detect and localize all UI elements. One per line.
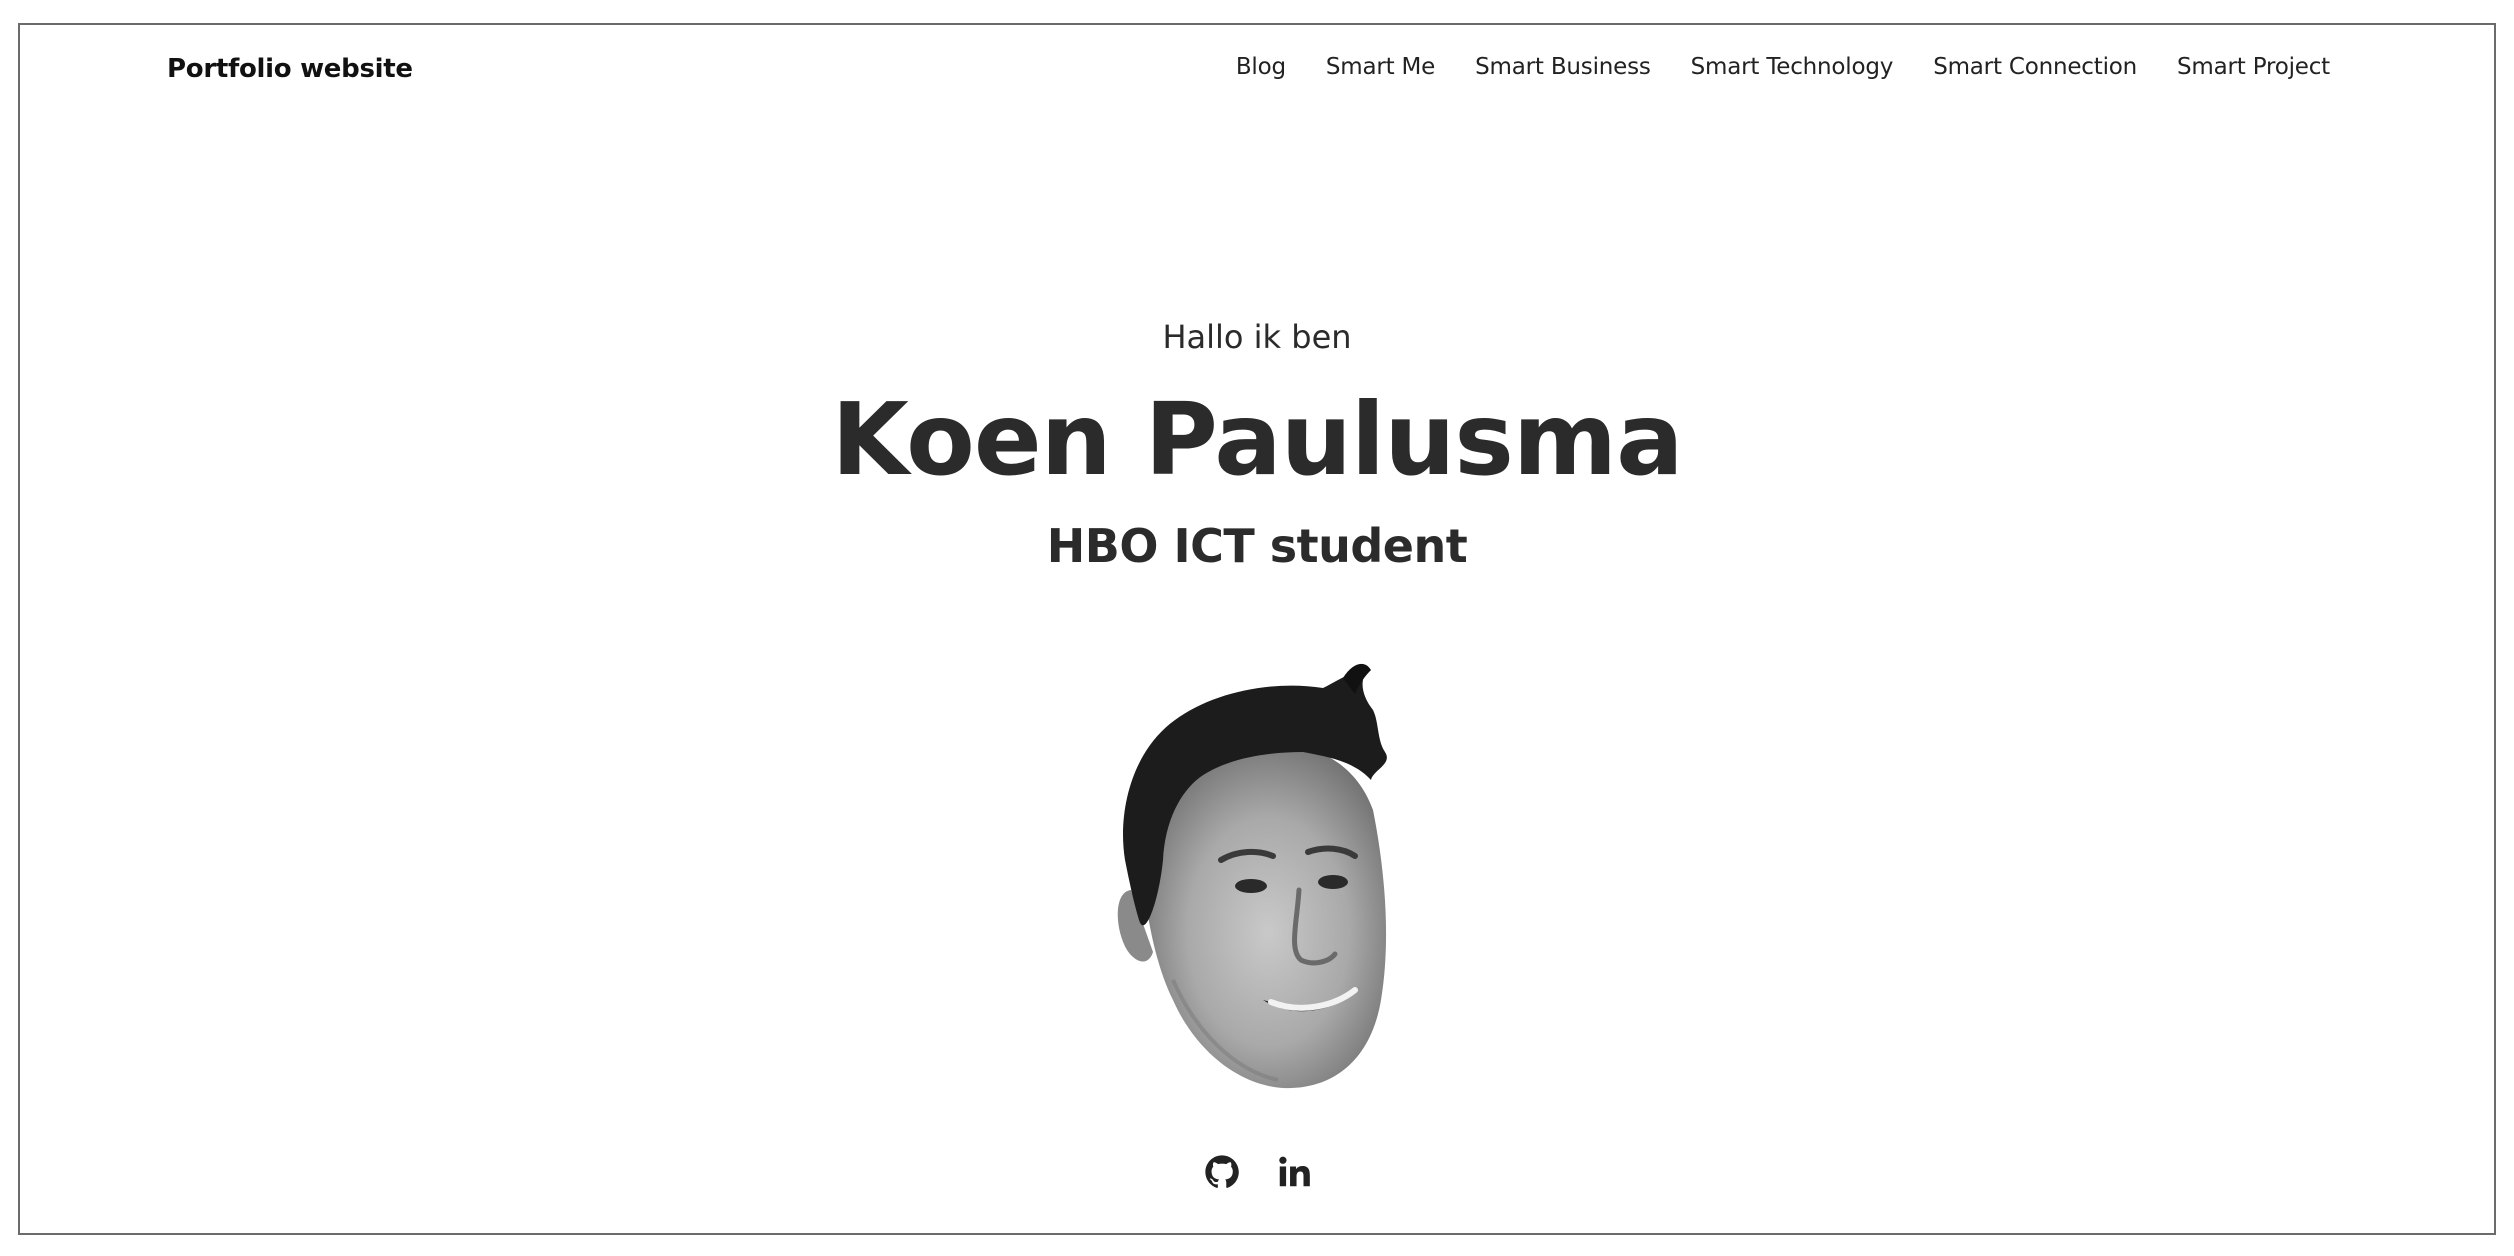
brand-link[interactable]: Portfolio website (167, 54, 413, 84)
nav-link-smart-technology[interactable]: Smart Technology (1691, 54, 1894, 80)
nav-link-smart-business[interactable]: Smart Business (1475, 54, 1651, 80)
nav-link-blog[interactable]: Blog (1236, 54, 1286, 80)
social-links (20, 1153, 2494, 1191)
nav-link-smart-me[interactable]: Smart Me (1326, 54, 1435, 80)
linkedin-icon (1279, 1156, 1310, 1187)
nav-item-smart-connection: Smart Connection (1933, 54, 2137, 80)
github-link[interactable] (1203, 1153, 1241, 1191)
nav-link-smart-connection[interactable]: Smart Connection (1933, 54, 2137, 80)
nav-link-smart-project[interactable]: Smart Project (2177, 54, 2330, 80)
profile-photo (1117, 663, 1387, 1089)
nav-item-smart-project: Smart Project (2177, 54, 2330, 80)
hero-greeting: Hallo ik ben (1162, 318, 1352, 356)
nav-item-smart-technology: Smart Technology (1691, 54, 1894, 80)
nav-item-smart-business: Smart Business (1475, 54, 1651, 80)
navbar: Portfolio website Blog Smart Me Smart Bu… (20, 25, 2494, 111)
github-icon (1205, 1155, 1239, 1188)
nav-item-blog: Blog (1236, 54, 1286, 80)
page-frame: Portfolio website Blog Smart Me Smart Bu… (18, 23, 2496, 1235)
hero-role: HBO ICT student (1046, 519, 1468, 573)
nav-menu: Blog Smart Me Smart Business Smart Techn… (1236, 54, 2330, 80)
linkedin-link[interactable] (1275, 1153, 1313, 1191)
hero-name: Koen Paulusma (831, 381, 1683, 498)
nav-item-smart-me: Smart Me (1326, 54, 1435, 80)
